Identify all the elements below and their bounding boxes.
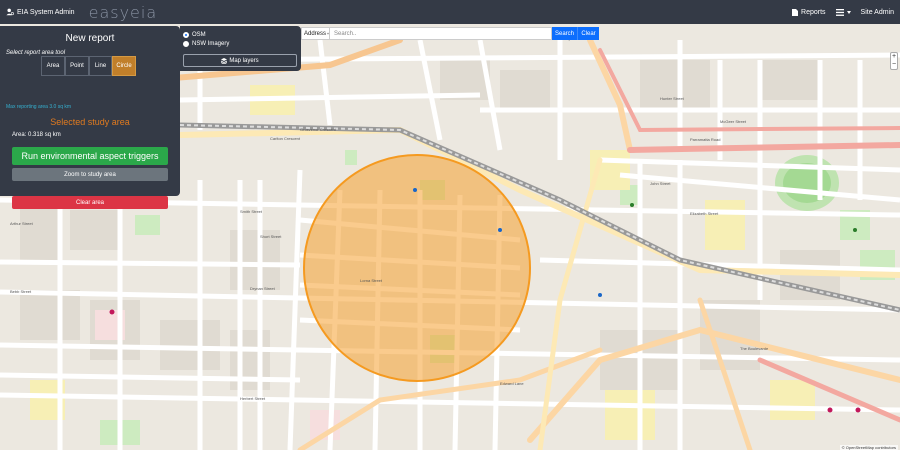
svg-text:The Boulevarde: The Boulevarde (740, 346, 769, 351)
app-title: EIA System Admin (17, 8, 75, 16)
layer-panel: OSM NSW Imagery Map layers (180, 26, 301, 71)
search-type-value: Address (304, 30, 327, 37)
run-triggers-button[interactable]: Run environmental aspect triggers (12, 147, 168, 165)
map-attribution[interactable]: © OpenStreetMap contributors (839, 445, 898, 450)
svg-text:Parramatta Road: Parramatta Road (690, 137, 720, 142)
svg-text:Drynan Street: Drynan Street (250, 286, 276, 291)
layer-option-label: OSM (192, 31, 206, 38)
svg-text:Herbert Street: Herbert Street (240, 396, 266, 401)
logo[interactable]: easyeia (89, 3, 158, 22)
max-area-note: Max reporting area 3.0 sq km (6, 104, 72, 110)
svg-text:Grosvenor Crescent: Grosvenor Crescent (300, 127, 337, 132)
zoom-in-button[interactable]: + (891, 53, 897, 61)
map-layers-button[interactable]: Map layers (183, 54, 297, 67)
tool-circle-button[interactable]: Circle (112, 56, 136, 76)
panel-title: New report (65, 33, 115, 44)
search-input[interactable]: Search.. (330, 27, 552, 40)
svg-text:Short Street: Short Street (260, 234, 282, 239)
study-area-title: Selected study area (50, 117, 130, 127)
area-value: Area: 0.318 sq km (12, 132, 61, 138)
search-type-select[interactable]: Address (301, 27, 330, 40)
tool-point-button[interactable]: Point (65, 56, 89, 76)
reports-link[interactable]: Reports (792, 8, 826, 16)
reports-label: Reports (801, 8, 826, 16)
layer-option-label: NSW Imagery (192, 40, 230, 47)
radio-icon[interactable] (183, 40, 189, 47)
clear-area-button[interactable]: Clear area (12, 196, 168, 209)
report-icon (792, 8, 799, 16)
caret-down-icon (846, 10, 851, 14)
app-brand[interactable]: EIA System Admin (6, 8, 75, 16)
zoom-out-button[interactable]: − (891, 61, 897, 69)
zoom-control: + − (890, 52, 898, 70)
hamburger-icon (835, 8, 844, 16)
tool-area-button[interactable]: Area (41, 56, 65, 76)
zoom-to-study-button[interactable]: Zoom to study area (12, 168, 168, 181)
clear-search-button[interactable]: Clear (577, 27, 599, 40)
user-gear-icon (6, 8, 14, 16)
top-navbar: EIA System Admin easyeia Reports Site Ad… (0, 0, 900, 24)
report-panel: New report Select report area tool Area … (0, 26, 180, 209)
search-bar: Address Search.. Search Clear (301, 27, 599, 40)
site-admin-link[interactable]: Site Admin (861, 9, 894, 16)
layer-option-nsw-imagery[interactable]: NSW Imagery (183, 39, 298, 48)
search-button[interactable]: Search (552, 27, 577, 40)
svg-text:Lorna Street: Lorna Street (360, 278, 383, 283)
chevron-down-icon (327, 32, 329, 35)
svg-text:Elizabeth Street: Elizabeth Street (690, 211, 719, 216)
svg-text:Edward Lane: Edward Lane (500, 381, 524, 386)
tool-line-button[interactable]: Line (89, 56, 112, 76)
svg-text:John Street: John Street (650, 181, 671, 186)
svg-text:McGeer Street: McGeer Street (720, 119, 747, 124)
svg-text:Arthur Street: Arthur Street (10, 221, 34, 226)
area-tool-group: Area Point Line Circle (41, 56, 136, 76)
layer-option-osm[interactable]: OSM (183, 30, 298, 39)
radio-icon[interactable] (183, 31, 189, 38)
svg-text:Bebb Street: Bebb Street (10, 289, 32, 294)
svg-text:Smith Street: Smith Street (240, 209, 263, 214)
svg-text:Hunter Street: Hunter Street (660, 96, 685, 101)
menu-dropdown[interactable] (835, 8, 851, 16)
map-label-carlton: Carlton Crescent (270, 136, 301, 141)
map-layers-label: Map layers (229, 57, 259, 64)
layers-icon (221, 57, 228, 64)
